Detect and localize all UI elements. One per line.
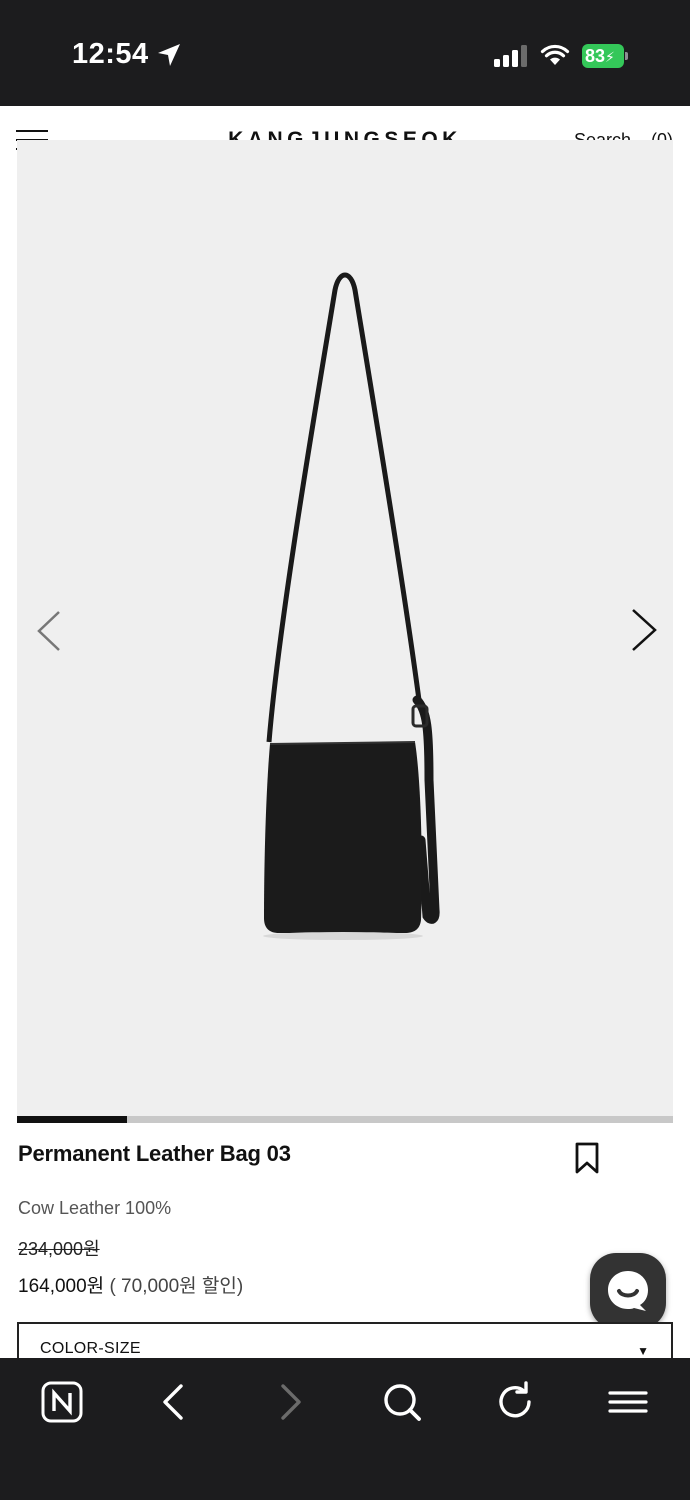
status-bar: 12:54 83⚡ (0, 0, 690, 106)
gallery-progress-fill (17, 1116, 127, 1123)
gallery-progress-bar (17, 1116, 673, 1123)
reload-icon[interactable] (493, 1380, 537, 1424)
battery-level: 83 (585, 46, 606, 66)
naver-home-icon[interactable] (40, 1380, 84, 1424)
chevron-right-icon[interactable] (629, 608, 659, 652)
chat-button[interactable] (590, 1253, 666, 1329)
chevron-down-icon: ▼ (637, 1344, 649, 1358)
product-photo-bag (263, 272, 440, 940)
product-name: Permanent Leather Bag 03 (18, 1141, 291, 1166)
menu-icon[interactable] (606, 1380, 650, 1424)
chevron-left-icon[interactable] (35, 610, 63, 652)
status-time: 12:54 (72, 38, 149, 70)
battery-charging-icon: 83⚡ (582, 44, 628, 68)
location-arrow-icon (158, 44, 180, 66)
original-price: 234,000원 (18, 1239, 100, 1259)
back-icon[interactable] (153, 1380, 197, 1424)
forward-icon[interactable] (267, 1380, 311, 1424)
product-image-gallery[interactable] (17, 140, 673, 1116)
option-select-label: COLOR-SIZE (40, 1340, 141, 1357)
chat-bubble-icon (608, 1271, 648, 1311)
sale-price: 164,000원 (18, 1276, 105, 1297)
browser-toolbar (0, 1358, 690, 1500)
signal-icon (494, 45, 527, 67)
sale-price-line: 164,000원 ( 70,000원 할인) (18, 1271, 243, 1298)
wifi-icon (540, 44, 570, 65)
discount-amount: ( 70,000원 할인) (109, 1276, 244, 1297)
bookmark-icon[interactable] (574, 1142, 600, 1174)
product-material: Cow Leather 100% (18, 1198, 172, 1218)
search-icon[interactable] (380, 1380, 424, 1424)
